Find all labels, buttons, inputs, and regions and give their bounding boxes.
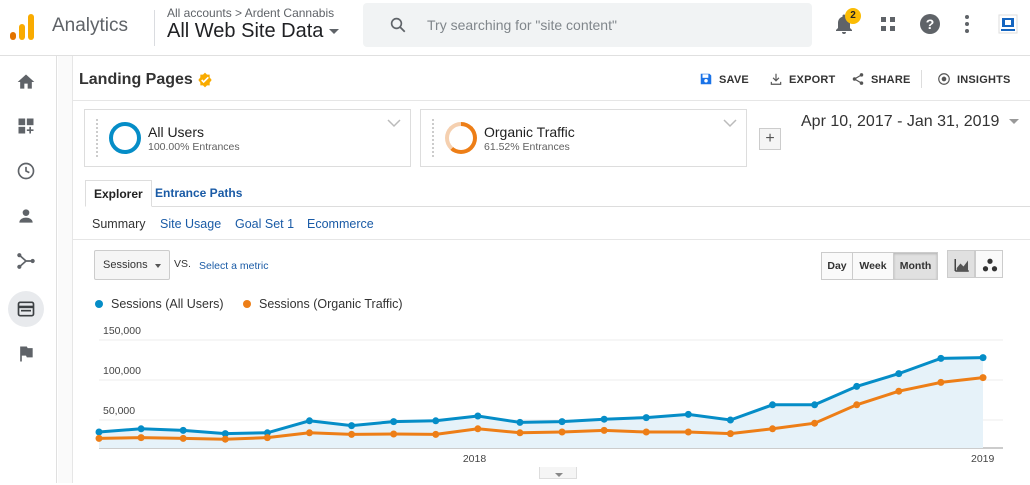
data-point [558,428,566,436]
data-point [305,417,313,425]
data-point [432,430,440,438]
x-tick-label: 2019 [971,453,995,465]
data-point [853,401,861,409]
more-vert-icon[interactable] [955,12,979,36]
realtime-clock-icon [17,162,35,180]
report-panel: Landing Pages SAVE EXPORT SHARE INSIGHTS… [72,56,1030,483]
data-point [516,429,524,437]
x-tick-label: 2018 [463,453,487,465]
data-point [600,415,608,423]
app-name: Analytics [52,15,129,36]
home-icon [17,74,35,89]
sidebar-item-realtime[interactable] [8,153,44,189]
data-point [726,430,734,438]
data-point [979,354,987,362]
divider [154,10,155,46]
account-breadcrumb[interactable]: All accounts > Ardent Cannabis [167,6,334,20]
data-point [937,378,945,386]
data-point [684,410,692,418]
audience-person-icon [19,209,33,223]
top-bar: Analytics All accounts > Ardent Cannabis… [0,0,1030,56]
data-point [937,354,945,362]
search-bar[interactable] [363,3,812,47]
account-logo-icon[interactable] [996,12,1020,36]
data-point [811,419,819,427]
data-point [811,401,819,409]
data-point [348,422,356,430]
sidebar-nav [0,56,57,483]
chart-expand-handle[interactable] [539,467,577,479]
sidebar-item-audience[interactable] [8,198,44,234]
data-point [516,418,524,426]
sidebar-item-home[interactable] [8,64,44,100]
data-point [348,430,356,438]
behavior-icon [17,301,35,317]
analytics-logo[interactable] [10,12,34,40]
view-selector[interactable]: All Web Site Data [167,20,340,43]
main-content: Landing Pages SAVE EXPORT SHARE INSIGHTS… [58,56,1030,483]
sidebar-item-conversions[interactable] [8,336,44,372]
data-point [853,382,861,390]
customization-icon [18,118,34,134]
data-point [769,425,777,433]
data-point [979,374,987,382]
y-tick-label: 50,000 [103,405,135,417]
data-point [95,428,103,436]
data-point [263,434,271,442]
search-input[interactable] [427,14,797,36]
data-point [474,425,482,433]
data-point [558,418,566,426]
sidebar-item-customization[interactable] [8,108,44,144]
data-point [390,430,398,438]
data-point [95,434,103,442]
data-point [137,434,145,442]
notification-badge: 2 [845,8,861,24]
caret-down-icon [329,29,340,35]
data-point [642,414,650,422]
y-tick-label: 100,000 [103,365,141,377]
help-icon[interactable]: ? [918,12,942,36]
data-point [137,425,145,433]
data-point [179,426,187,434]
conversions-flag-icon [20,346,33,362]
data-point [684,428,692,436]
y-tick-label: 150,000 [103,325,141,337]
data-point [432,417,440,425]
apps-grid-icon[interactable] [876,12,900,36]
data-point [895,370,903,378]
search-icon [390,17,406,33]
sidebar-item-acquisition[interactable] [8,243,44,279]
data-point [179,434,187,442]
sidebar-item-behavior[interactable] [8,291,44,327]
data-point [726,416,734,424]
view-name: All Web Site Data [167,20,324,42]
data-point [305,429,313,437]
sessions-line-chart: 150,000 100,000 50,000 2018 2019 [95,325,1003,465]
data-point [221,435,229,443]
data-point [390,418,398,426]
chevron-down-icon [555,473,563,477]
svg-text:?: ? [926,16,935,32]
data-point [769,401,777,409]
data-point [642,428,650,436]
data-point [474,412,482,420]
data-point [895,387,903,395]
data-point [600,426,608,434]
acquisition-icon [17,253,35,269]
